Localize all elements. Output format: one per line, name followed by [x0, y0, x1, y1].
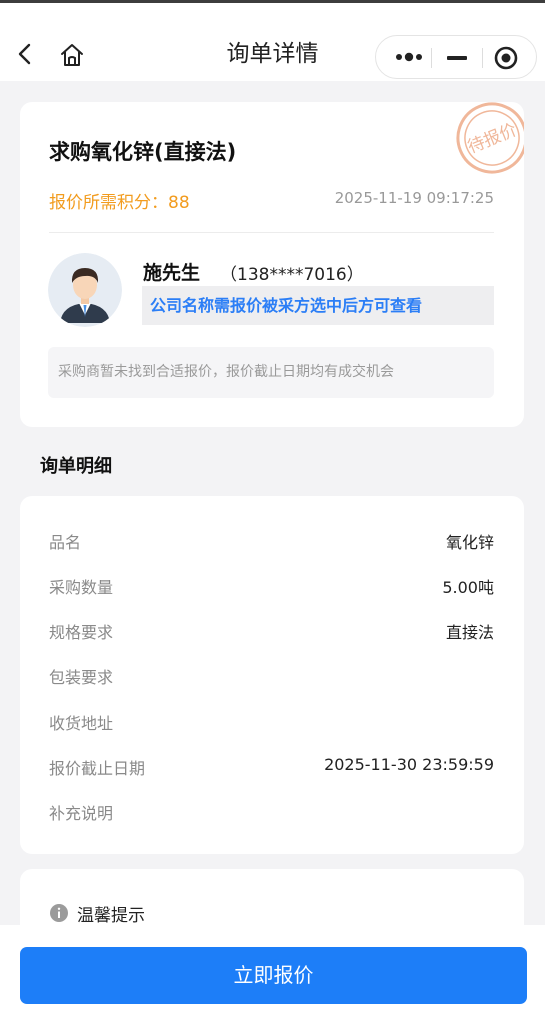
detail-label: 报价截止日期 [49, 759, 146, 778]
more-dots-icon[interactable] [394, 49, 424, 65]
detail-label: 收货地址 [49, 714, 114, 733]
info-icon [50, 904, 68, 922]
avatar [48, 253, 122, 327]
detail-row-packaging: 包装要求 [49, 664, 494, 688]
detail-value: 氧化锌 [445, 533, 494, 552]
miniapp-capsule [375, 35, 537, 79]
minimize-icon[interactable] [442, 48, 472, 68]
detail-label: 包装要求 [49, 668, 114, 687]
detail-row-notes: 补充说明 [49, 800, 494, 824]
detail-row-spec: 规格要求 直接法 [49, 619, 494, 643]
detail-label: 规格要求 [49, 623, 114, 642]
divider [49, 232, 494, 233]
detail-label: 补充说明 [49, 804, 114, 823]
required-points: 报价所需积分：88 [49, 193, 190, 213]
detail-value: 5.00吨 [442, 578, 494, 597]
svg-text:待报价: 待报价 [465, 120, 520, 158]
target-close-icon[interactable] [493, 45, 519, 71]
detail-row-quantity: 采购数量 5.00吨 [49, 574, 494, 598]
pending-quote-stamp: 待报价 [456, 102, 524, 174]
inquiry-detail-card: 品名 氧化锌 采购数量 5.00吨 规格要求 直接法 包装要求 收货地址 报价截… [20, 496, 524, 854]
warm-tip-title: 温馨提示 [77, 906, 145, 926]
section-title: 询单明细 [40, 456, 112, 477]
detail-label: 采购数量 [49, 578, 114, 597]
inquiry-summary-card: 待报价 求购氧化锌(直接法) 报价所需积分：88 2025-11-19 09:1… [20, 102, 524, 427]
bottom-action-bar: 立即报价 [0, 925, 545, 1024]
detail-value: 直接法 [445, 623, 494, 642]
contact-name: 施先生 [143, 262, 201, 284]
quote-now-button[interactable]: 立即报价 [20, 947, 527, 1004]
detail-row-address: 收货地址 [49, 710, 494, 734]
opportunity-tip: 采购商暂未找到合适报价，报价截止日期均有成交机会 [48, 347, 494, 398]
inquiry-title: 求购氧化锌(直接法) [49, 140, 237, 164]
capsule-divider [482, 48, 483, 68]
company-hidden-notice: 公司名称需报价被采方选中后方可查看 [142, 286, 494, 325]
detail-row-product: 品名 氧化锌 [49, 529, 494, 553]
capsule-divider [431, 48, 432, 68]
contact-phone: （138****7016） [220, 265, 364, 285]
navbar: 询单详情 [0, 3, 545, 81]
detail-label: 品名 [49, 533, 82, 552]
inquiry-date: 2025-11-19 09:17:25 [334, 189, 494, 207]
detail-row-deadline: 报价截止日期 2025-11-30 23:59:59 [49, 755, 494, 779]
detail-value: 2025-11-30 23:59:59 [324, 755, 494, 774]
